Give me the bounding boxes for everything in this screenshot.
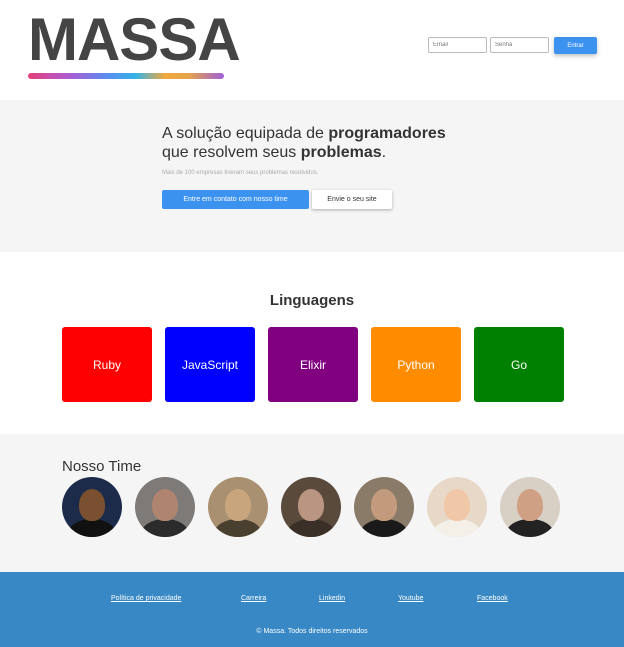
team-member-avatar[interactable] — [354, 477, 414, 537]
avatar-body — [287, 519, 335, 537]
copyright: © Massa. Todos direitos reservados — [256, 628, 368, 635]
languages-list: Ruby JavaScript Elixir Python Go — [62, 327, 564, 402]
team-member-avatar[interactable] — [62, 477, 122, 537]
language-card-ruby[interactable]: Ruby — [62, 327, 152, 402]
hero-title: A solução equipada de programadores que … — [162, 124, 446, 162]
footer-link-3[interactable]: Youtube — [398, 595, 423, 602]
avatar-body — [141, 519, 189, 537]
logo[interactable]: MASSA — [28, 6, 241, 79]
logo-text: MASSA — [28, 6, 241, 73]
language-card-elixir[interactable]: Elixir — [268, 327, 358, 402]
hero-title-line2-bold: problemas — [300, 144, 382, 161]
avatar-face — [225, 489, 251, 521]
team-member-avatar[interactable] — [208, 477, 268, 537]
login-button[interactable]: Entrar — [554, 37, 597, 54]
team-member-avatar[interactable] — [135, 477, 195, 537]
avatar-body — [214, 519, 262, 537]
password-input[interactable] — [490, 37, 549, 53]
team-member-avatar[interactable] — [281, 477, 341, 537]
hero-buttons: Entre em contato com nosso time Envie o … — [162, 190, 392, 209]
avatar-body — [506, 519, 554, 537]
site-footer: Política de privacidade Carreira Linkedin Y… — [0, 572, 624, 647]
team-section: Nosso Time — [0, 434, 624, 572]
footer-link-1[interactable]: Carreira — [241, 595, 266, 602]
language-card-python[interactable]: Python — [371, 327, 461, 402]
hero-title-line1-bold: programadores — [328, 125, 446, 142]
avatar-body — [360, 519, 408, 537]
languages-section: Linguagens Ruby JavaScript Elixir Python Go — [0, 252, 624, 434]
avatar-body — [433, 519, 481, 537]
hero-title-line2: que resolvem seus — [162, 144, 301, 161]
avatar-face — [444, 489, 470, 521]
hero-section: A solução equipada de programadores que … — [0, 100, 624, 252]
avatar-face — [298, 489, 324, 521]
team-avatars — [62, 477, 560, 537]
footer-link-2[interactable]: Linkedin — [319, 595, 345, 602]
site-header: MASSA Entrar — [0, 0, 624, 100]
hero-title-line1: A solução equipada de — [162, 125, 329, 142]
hero-subtitle: Mais de 100 empresas tiveram seus proble… — [162, 170, 319, 176]
avatar-face — [517, 489, 543, 521]
team-member-avatar[interactable] — [500, 477, 560, 537]
avatar-face — [79, 489, 105, 521]
logo-gradient-bar — [28, 73, 224, 79]
avatar-body — [68, 519, 116, 537]
languages-title: Linguagens — [269, 292, 355, 309]
avatar-face — [371, 489, 397, 521]
team-member-avatar[interactable] — [427, 477, 487, 537]
contact-team-button[interactable]: Entre em contato com nosso time — [162, 190, 309, 209]
avatar-face — [152, 489, 178, 521]
footer-link-0[interactable]: Política de privacidade — [111, 595, 181, 602]
language-card-go[interactable]: Go — [474, 327, 564, 402]
email-input[interactable] — [428, 37, 487, 53]
hero-title-line2-end: . — [381, 144, 387, 161]
team-title: Nosso Time — [62, 458, 142, 475]
language-card-javascript[interactable]: JavaScript — [165, 327, 255, 402]
footer-link-4[interactable]: Facebook — [477, 595, 508, 602]
send-site-button[interactable]: Envie o seu site — [312, 190, 392, 209]
login-form: Entrar — [428, 37, 597, 54]
